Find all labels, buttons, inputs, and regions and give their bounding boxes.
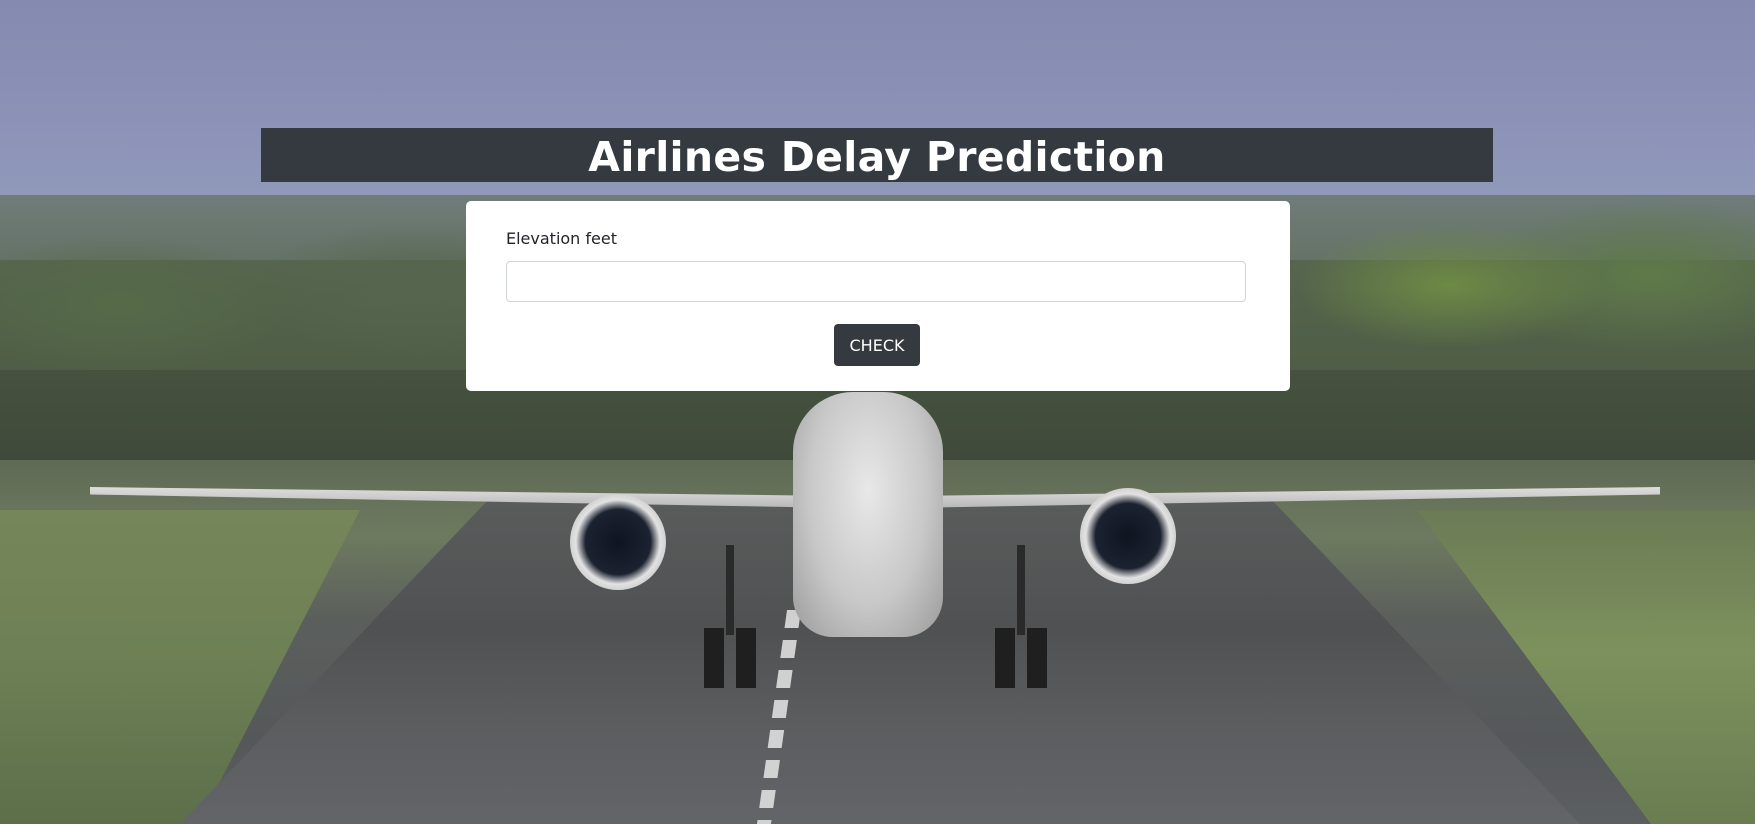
landing-gear-left [704, 628, 756, 688]
page-title: Airlines Delay Prediction [261, 128, 1493, 182]
landing-gear-strut-right [1017, 545, 1025, 635]
airplane-fuselage [793, 392, 943, 637]
check-button[interactable]: CHECK [834, 324, 920, 366]
elevation-feet-label: Elevation feet [506, 229, 617, 248]
airplane-engine-left [570, 494, 666, 590]
page: Airlines Delay Prediction Elevation feet… [0, 0, 1755, 824]
landing-gear-right [995, 628, 1047, 688]
airplane-engine-right [1080, 488, 1176, 584]
elevation-feet-input[interactable] [506, 261, 1246, 302]
landing-gear-strut-left [726, 545, 734, 635]
prediction-form-card: Elevation feet CHECK [466, 201, 1290, 391]
